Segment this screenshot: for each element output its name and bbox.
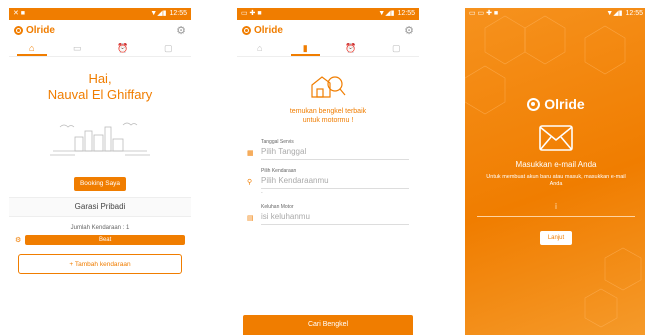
gear-icon[interactable]: ⚙ — [15, 236, 21, 244]
alarm-icon: ⏰ — [117, 42, 129, 53]
app-bar: Olride ⚙ — [9, 20, 191, 40]
email-description: Untuk membuat akun baru atau masuk, masu… — [486, 174, 626, 187]
garasi-title: Garasi Pribadi — [9, 197, 191, 217]
tab-home[interactable]: ⌂ — [9, 40, 55, 56]
mail-icon — [539, 125, 573, 151]
tab-reminder[interactable]: ⏰ — [100, 40, 146, 56]
complaint-field[interactable]: ▤ Keluhan Motor isi keluhanmu — [247, 204, 409, 225]
home-screen: ✕ ■ ▼◢▮ 12:55 Olride ⚙ ⌂ ▭ ⏰ ▢ Hai, Nauva… — [9, 8, 191, 335]
location-icon: ⚲ — [247, 179, 253, 186]
search-workshop-screen: ▭ ✚ ■ ▼◢▮ 12:55 Olride ⚙ ⌂ ▮ ⏰ ▢ temukan … — [237, 8, 419, 335]
tab-home[interactable]: ⌂ — [237, 40, 283, 56]
greeting-hai: Hai, — [88, 71, 112, 86]
status-icons-left: ✕ ■ — [13, 10, 26, 17]
city-illustration-icon — [50, 122, 150, 156]
email-title: Masukkan e-mail Anda — [515, 160, 597, 169]
tab-chat[interactable]: ▢ — [374, 40, 420, 56]
status-time: 12:55 — [625, 10, 643, 17]
calendar-icon: ▦ — [247, 150, 254, 157]
hexagon-pattern-icon — [465, 15, 642, 328]
brand-name: Olride — [544, 96, 585, 112]
user-name: Nauval El Ghiffary — [47, 87, 153, 102]
book-icon: ▭ — [72, 42, 82, 53]
tab-bar: ⌂ ▮ ⏰ ▢ — [237, 40, 419, 57]
status-bar: ▭ ✚ ■ ▼◢▮ 12:55 — [237, 8, 419, 20]
tagline-line1: temukan bengkel terbaik — [289, 108, 367, 115]
status-bar: ▭ ▭ ✚ ■ ▼◢▮ 12:55 — [465, 8, 645, 20]
home-icon: ⌂ — [257, 43, 263, 53]
chat-icon: ▢ — [163, 42, 173, 53]
olride-logo-icon — [14, 25, 23, 35]
email-input[interactable]: ⅰ — [477, 202, 635, 217]
home-icon: ⌂ — [29, 43, 35, 53]
gear-icon[interactable]: ⚙ — [404, 24, 414, 37]
app-bar: Olride ⚙ — [237, 20, 419, 40]
status-icons-left: ▭ ▭ ✚ ■ — [469, 10, 499, 17]
vehicle-count: Jumlah Kendaraan : 1 — [70, 225, 130, 231]
search-workshop-button[interactable]: Cari Bengkel — [243, 315, 413, 335]
tab-reminder[interactable]: ⏰ — [328, 40, 374, 56]
email-login-screen: ▭ ▭ ✚ ■ ▼◢▮ 12:55 Olride Masukkan e-mail … — [465, 8, 645, 335]
signal-icon: ▼◢▮ — [150, 10, 167, 17]
status-bar: ✕ ■ ▼◢▮ 12:55 — [9, 8, 191, 20]
complaint-input[interactable]: isi keluhanmu — [261, 210, 409, 225]
tagline: temukan bengkel terbaik untuk motormu ! — [237, 107, 419, 125]
book-icon: ▮ — [302, 42, 308, 53]
tab-booking[interactable]: ▭ — [55, 40, 101, 56]
chat-icon: ▢ — [391, 42, 401, 53]
vehicle-item[interactable]: Beat — [25, 235, 185, 245]
status-time: 12:55 — [169, 10, 187, 17]
service-date-field[interactable]: ▦ Tanggal Servis Pilih Tanggal — [247, 139, 409, 160]
tagline-line2: untuk motormu ! — [302, 117, 354, 124]
add-vehicle-button[interactable]: + Tambah kendaraan — [18, 254, 182, 274]
vehicle-input[interactable]: Pilih Kendaraanmu — [261, 174, 409, 189]
workshop-search-icon — [311, 76, 346, 98]
field-hint: - — [261, 190, 263, 196]
status-time: 12:55 — [397, 10, 415, 17]
signal-icon: ▼◢▮ — [378, 10, 395, 17]
brand: Olride — [465, 96, 645, 112]
brand-name: Olride — [26, 24, 55, 36]
brand: Olride — [242, 25, 283, 36]
status-icons-left: ▭ ✚ ■ — [241, 10, 262, 17]
tab-bar: ⌂ ▭ ⏰ ▢ — [9, 40, 191, 57]
tab-chat[interactable]: ▢ — [146, 40, 192, 56]
vehicle-row: ⚙ Beat — [15, 235, 185, 245]
greeting: Hai, Nauval El Ghiffary — [9, 71, 191, 103]
chat-icon: ▤ — [247, 215, 254, 222]
olride-logo-icon — [242, 25, 251, 35]
vehicle-select-field[interactable]: ⚲ Pilih Kendaraan Pilih Kendaraanmu - — [247, 168, 409, 196]
alarm-icon: ⏰ — [345, 42, 357, 53]
date-input[interactable]: Pilih Tanggal — [261, 145, 409, 160]
signal-icon: ▼◢▮ — [606, 10, 623, 17]
tab-booking[interactable]: ▮ — [283, 40, 329, 56]
olride-logo-icon — [527, 97, 541, 111]
next-button[interactable]: Lanjut — [540, 231, 572, 245]
brand: Olride — [14, 25, 55, 36]
gear-icon[interactable]: ⚙ — [176, 24, 186, 37]
brand-name: Olride — [254, 24, 283, 36]
email-input-icon: ⅰ — [554, 202, 558, 211]
booking-saya-button[interactable]: Booking Saya — [74, 177, 126, 191]
